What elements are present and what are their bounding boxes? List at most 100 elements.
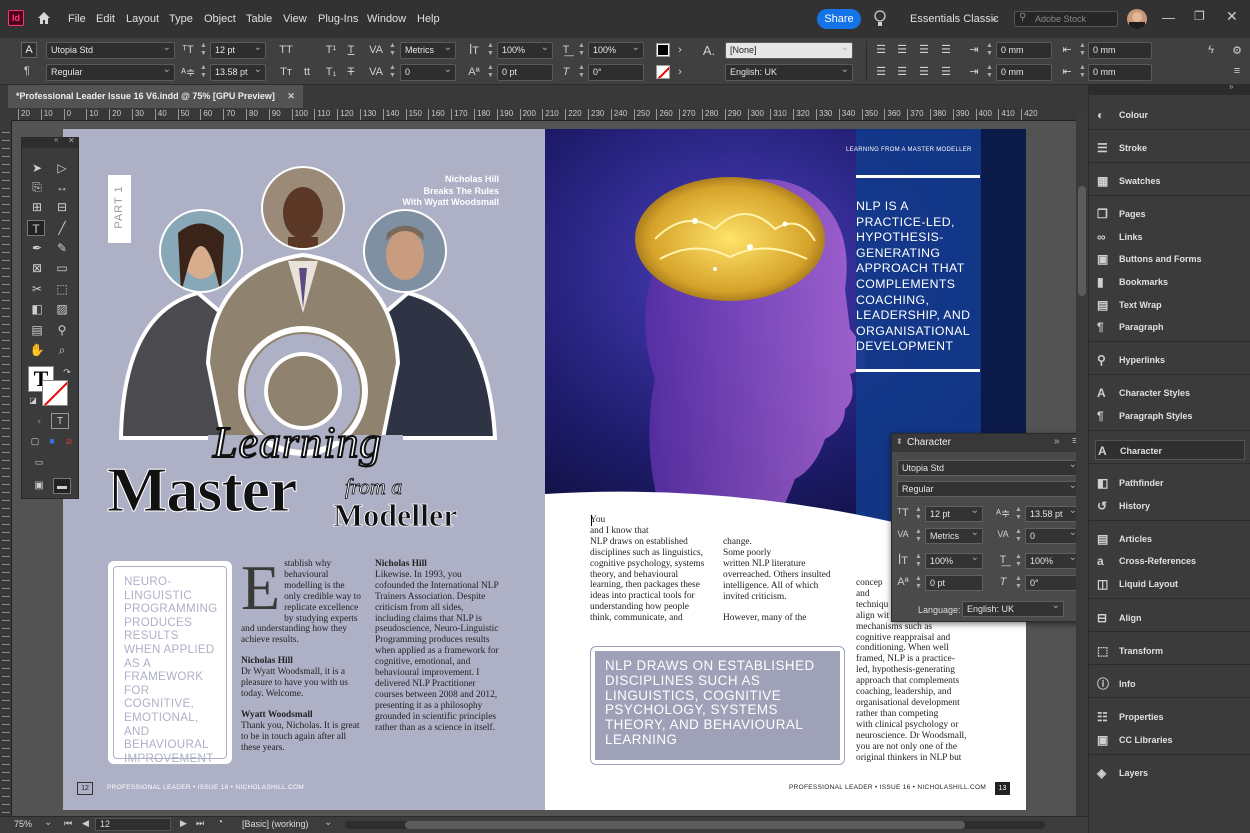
font-size-field[interactable]: 12 pt	[210, 42, 266, 59]
cp-hscale-stepper[interactable]: ▲ ▼	[1014, 553, 1023, 570]
lightning-icon[interactable]: ϟ	[1205, 44, 1217, 56]
horizontal-ruler[interactable]: 20 10 0 10 20 30 40 50 60 70 80 90 100 110 120 130 140 15…	[12, 108, 1076, 121]
lightbulb-icon[interactable]	[873, 10, 887, 28]
horizontal-scale-field[interactable]: 100%	[588, 42, 644, 59]
panel-transform[interactable]: ⬚ Transform	[1095, 641, 1245, 661]
last-page-icon[interactable]: ⏭	[196, 818, 204, 829]
all-caps-icon[interactable]: TT	[276, 44, 296, 56]
skew-field[interactable]: 0°	[588, 64, 644, 81]
pen-tool-icon[interactable]: ✒	[28, 240, 46, 256]
selection-tool-icon[interactable]: ➤	[28, 160, 46, 176]
panel-links[interactable]: ∞ Links	[1095, 227, 1245, 247]
first-line-indent-field[interactable]: 0 mm	[996, 64, 1052, 81]
align-right-icon[interactable]: ☰	[918, 43, 930, 56]
superscript-lower-icon[interactable]: tt	[300, 66, 314, 78]
panel-buttons-and-forms[interactable]: ▣ Buttons and Forms	[1095, 249, 1245, 269]
menu-layout[interactable]: Layout	[126, 13, 159, 25]
panel-cross-references[interactable]: a Cross-References	[1095, 551, 1245, 571]
zoom-level[interactable]: 75%	[14, 819, 32, 829]
horizontal-scrollbar[interactable]	[345, 821, 1045, 829]
preview-view-icon[interactable]: ▬	[53, 478, 71, 494]
panel-info[interactable]: ⓘ Info	[1095, 674, 1245, 694]
menu-view[interactable]: View	[283, 13, 307, 25]
panel-pages[interactable]: ❐ Pages	[1095, 204, 1245, 224]
panel-swatches[interactable]: ▦ Swatches	[1095, 171, 1245, 191]
cp-hscale-field[interactable]: 100%	[1025, 551, 1081, 569]
previous-page-icon[interactable]: ◀	[82, 818, 89, 829]
menu-plugins[interactable]: Plug-Ins	[318, 13, 358, 25]
panel-align[interactable]: ⊟ Align	[1095, 608, 1245, 628]
screen-mode-icon[interactable]: ▭	[30, 454, 48, 470]
cp-vscale-stepper[interactable]: ▲ ▼	[914, 553, 923, 570]
formatting-container-icon[interactable]: ▫	[30, 414, 48, 430]
note-tool-icon[interactable]: ▤	[28, 322, 46, 338]
cp-baseline-stepper[interactable]: ▲ ▼	[914, 575, 923, 592]
justify-right-icon[interactable]: ☰	[918, 65, 930, 78]
language-field[interactable]: English: UK	[725, 64, 853, 81]
leading-stepper[interactable]: ▲ ▼	[199, 64, 208, 81]
page-number-field[interactable]: 12	[95, 818, 171, 831]
first-page-icon[interactable]: ⏮	[64, 818, 72, 829]
align-left-icon[interactable]: ☰	[875, 43, 887, 56]
stroke-swatch[interactable]	[42, 380, 68, 406]
panel-collapse-icon[interactable]: ⬍	[896, 437, 903, 446]
justify-left-icon[interactable]: ☰	[875, 65, 887, 78]
avatar[interactable]	[1127, 9, 1147, 29]
panel-menu-icon[interactable]: ≡	[1231, 65, 1243, 77]
share-button[interactable]: Share	[817, 9, 861, 29]
small-caps-icon[interactable]: Tт	[276, 66, 296, 78]
character-formatting-toggle[interactable]: A	[21, 42, 37, 58]
apply-color-icon[interactable]: ▢	[26, 433, 44, 449]
left-indent-field[interactable]: 0 mm	[996, 42, 1052, 59]
scroll-thumb[interactable]	[1078, 186, 1086, 296]
close-icon[interactable]: ✕	[68, 136, 75, 145]
panel-history[interactable]: ↺ History	[1095, 496, 1245, 516]
tracking-stepper[interactable]: ▲ ▼	[388, 64, 397, 81]
kerning-field[interactable]: Metrics	[400, 42, 456, 59]
strikethrough-icon[interactable]: T	[344, 66, 358, 78]
dock-header[interactable]: »	[1089, 82, 1250, 95]
style-dropdown-icon[interactable]: ⌄	[324, 817, 332, 828]
vertical-scale-field[interactable]: 100%	[497, 42, 553, 59]
character-panel-header[interactable]: ⬍ Character » ≡	[892, 434, 1085, 452]
content-placer-icon[interactable]: ⊟	[53, 199, 71, 215]
justify-all-icon[interactable]: ☰	[940, 65, 952, 78]
preflight-icon[interactable]: ◔	[217, 817, 223, 828]
text-fill-swatch[interactable]	[656, 43, 670, 57]
page-tool-icon[interactable]: ⎘	[28, 179, 46, 195]
panel-liquid-layout[interactable]: ◫ Liquid Layout	[1095, 574, 1245, 594]
menu-object[interactable]: Object	[204, 13, 236, 25]
panel-cc-libraries[interactable]: ▣ CC Libraries	[1095, 730, 1245, 750]
justify-center-icon[interactable]: ☰	[896, 65, 908, 78]
cp-skew-stepper[interactable]: ▲ ▼	[1014, 575, 1023, 592]
default-colors-icon[interactable]: ◪	[24, 393, 42, 409]
last-line-indent-field[interactable]: 0 mm	[1088, 64, 1152, 81]
apply-none-icon[interactable]: ⧄	[60, 433, 78, 449]
align-center-icon[interactable]: ☰	[896, 43, 908, 56]
cp-skew-field[interactable]: 0°	[1025, 575, 1081, 591]
character-style-field[interactable]: [None]	[725, 42, 853, 59]
font-family-field[interactable]: Utopia Std	[46, 42, 175, 59]
panel-paragraph-styles[interactable]: ¶ Paragraph Styles	[1095, 406, 1245, 426]
menu-type[interactable]: Type	[169, 13, 193, 25]
underline-icon[interactable]: T	[344, 44, 358, 56]
dock-collapse-icon[interactable]: »	[1229, 82, 1233, 91]
panel-expand-icon[interactable]: »	[1054, 436, 1060, 447]
free-transform-tool-icon[interactable]: ⬚	[53, 281, 71, 297]
close-window-icon[interactable]: ✕	[1226, 8, 1238, 25]
swap-fill-stroke-icon[interactable]: ↷	[58, 364, 76, 380]
cp-font-style-field[interactable]: Regular	[897, 479, 1081, 497]
gradient-feather-tool-icon[interactable]: ▨	[53, 301, 71, 317]
kerning-stepper[interactable]: ▲ ▼	[388, 42, 397, 59]
tools-panel-header[interactable]: « ✕	[22, 135, 78, 148]
cp-font-family-field[interactable]: Utopia Std	[897, 458, 1081, 476]
close-tab-icon[interactable]: ✕	[287, 91, 295, 101]
hand-tool-icon[interactable]: ✋	[28, 342, 46, 358]
home-icon[interactable]	[37, 11, 51, 25]
vertical-ruler[interactable]	[0, 121, 12, 816]
panel-stroke[interactable]: ☰ Stroke	[1095, 138, 1245, 158]
panel-pathfinder[interactable]: ◧ Pathfinder	[1095, 473, 1245, 493]
font-style-field[interactable]: Regular	[46, 64, 175, 81]
font-size-stepper[interactable]: ▲ ▼	[199, 42, 208, 59]
panel-colour[interactable]: ◐ Colour	[1095, 105, 1245, 125]
